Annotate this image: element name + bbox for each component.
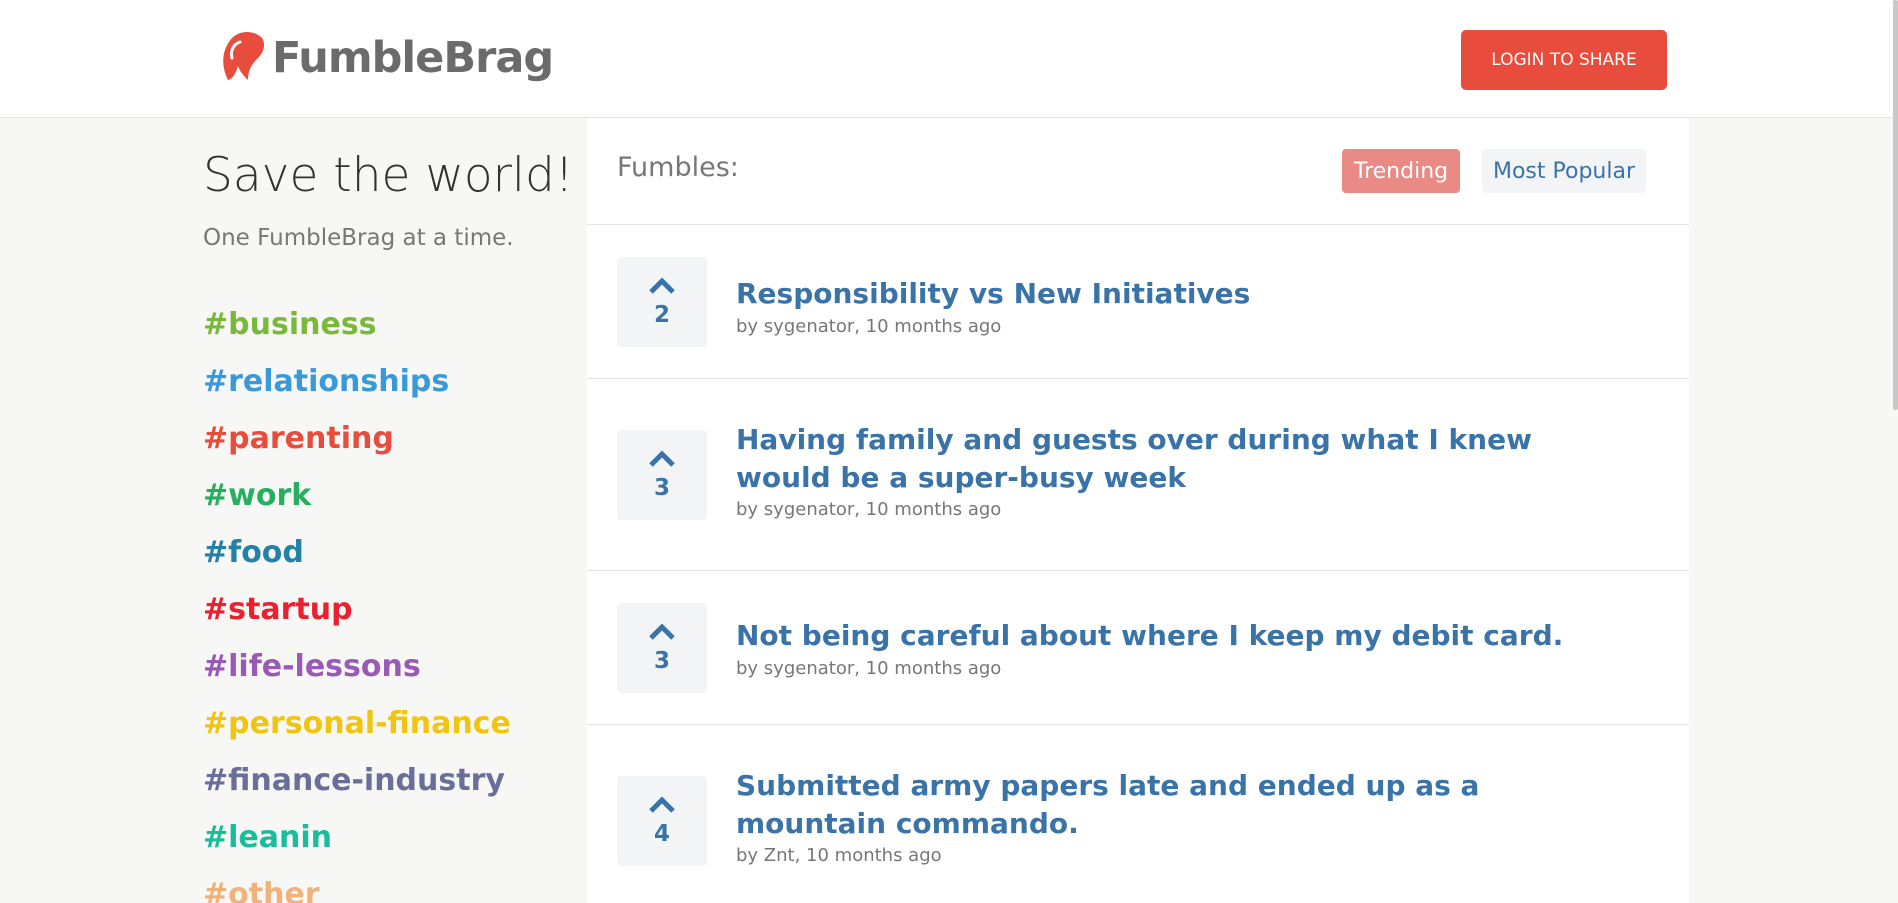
chevron-up-icon bbox=[649, 796, 675, 813]
tag-link-life-lessons[interactable]: #life-lessons bbox=[203, 645, 583, 702]
upvote-button[interactable]: 4 bbox=[617, 776, 707, 866]
vote-count: 3 bbox=[653, 648, 670, 674]
vote-count: 3 bbox=[653, 475, 670, 501]
fumbles-header: Fumbles: Trending Most Popular bbox=[587, 118, 1689, 225]
post-meta: by sygenator, 10 months ago bbox=[736, 499, 1002, 520]
post-item: 3 Not being careful about where I keep m… bbox=[587, 571, 1689, 725]
page-scrollbar[interactable] bbox=[1893, 0, 1898, 410]
tag-link-relationships[interactable]: #relationships bbox=[203, 360, 583, 417]
tag-link-business[interactable]: #business bbox=[203, 303, 583, 360]
chevron-up-icon bbox=[649, 450, 675, 467]
vote-count: 2 bbox=[653, 302, 670, 328]
tab-trending[interactable]: Trending bbox=[1342, 149, 1460, 193]
chevron-up-icon bbox=[649, 277, 675, 294]
tag-list: #business #relationships #parenting #work #f… bbox=[203, 303, 583, 903]
post-item: 4 Submitted army papers late and ended u… bbox=[587, 725, 1689, 903]
brand-name: FumbleBrag bbox=[272, 33, 554, 83]
post-meta: by Znt, 10 months ago bbox=[736, 845, 942, 866]
post-meta: by sygenator, 10 months ago bbox=[736, 316, 1002, 337]
fumbles-heading: Fumbles: bbox=[617, 152, 739, 183]
post-title-link[interactable]: Responsibility vs New Initiatives bbox=[736, 275, 1636, 313]
post-item: 3 Having family and guests over during w… bbox=[587, 379, 1689, 571]
tag-link-food[interactable]: #food bbox=[203, 531, 583, 588]
upvote-button[interactable]: 3 bbox=[617, 603, 707, 693]
post-title-link[interactable]: Not being careful about where I keep my … bbox=[736, 617, 1636, 655]
hero-title: Save the world! bbox=[203, 148, 574, 203]
sidebar: Save the world! One FumbleBrag at a time… bbox=[203, 118, 583, 903]
post-meta: by sygenator, 10 months ago bbox=[736, 658, 1002, 679]
brand-logo[interactable]: FumbleBrag bbox=[218, 28, 554, 88]
tag-link-personal-finance[interactable]: #personal-finance bbox=[203, 702, 583, 759]
fumbles-panel: Fumbles: Trending Most Popular 2 Respons… bbox=[587, 118, 1689, 903]
upvote-button[interactable]: 3 bbox=[617, 430, 707, 520]
login-to-share-button[interactable]: LOGIN TO SHARE bbox=[1461, 30, 1667, 90]
post-title-link[interactable]: Having family and guests over during wha… bbox=[736, 421, 1636, 497]
tag-link-leanin[interactable]: #leanin bbox=[203, 816, 583, 873]
chevron-up-icon bbox=[649, 623, 675, 640]
tag-link-work[interactable]: #work bbox=[203, 474, 583, 531]
hero-subtitle: One FumbleBrag at a time. bbox=[203, 225, 514, 251]
post-title-link[interactable]: Submitted army papers late and ended up … bbox=[736, 767, 1636, 843]
tab-most-popular[interactable]: Most Popular bbox=[1482, 149, 1646, 193]
tag-link-finance-industry[interactable]: #finance-industry bbox=[203, 759, 583, 816]
post-item: 2 Responsibility vs New Initiatives by s… bbox=[587, 225, 1689, 379]
logo-icon bbox=[223, 32, 265, 80]
tag-link-parenting[interactable]: #parenting bbox=[203, 417, 583, 474]
top-navbar: FumbleBrag LOGIN TO SHARE bbox=[0, 0, 1898, 118]
vote-count: 4 bbox=[653, 821, 670, 847]
tag-link-startup[interactable]: #startup bbox=[203, 588, 583, 645]
upvote-button[interactable]: 2 bbox=[617, 257, 707, 347]
tag-link-other[interactable]: #other bbox=[203, 873, 583, 903]
